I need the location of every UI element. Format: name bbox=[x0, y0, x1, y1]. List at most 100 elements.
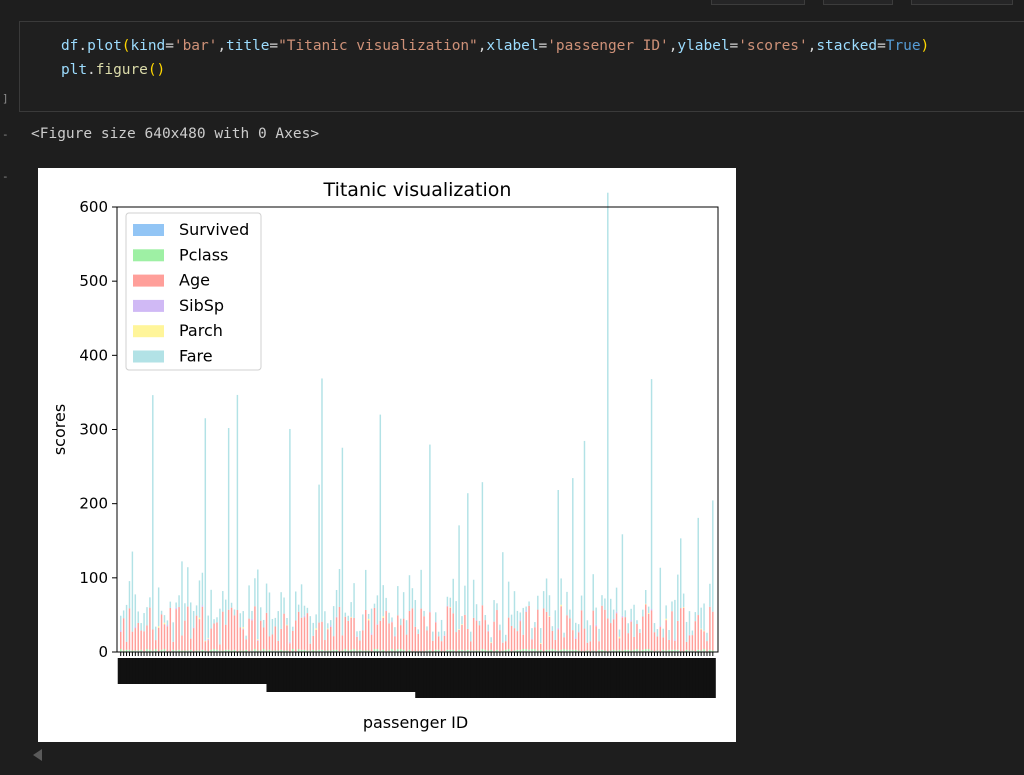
bar-age bbox=[414, 626, 417, 652]
bar-fare bbox=[376, 595, 379, 624]
bar-age bbox=[580, 610, 583, 652]
bar-fare bbox=[426, 626, 428, 631]
bar-fare bbox=[146, 607, 148, 626]
bar-age bbox=[178, 607, 180, 650]
bar-fare bbox=[627, 623, 629, 634]
bar-fare bbox=[134, 594, 137, 627]
bar-pclass bbox=[140, 649, 142, 652]
y-tick-label: 0 bbox=[98, 643, 108, 661]
y-tick-label: 600 bbox=[79, 198, 108, 216]
bar-pclass bbox=[677, 649, 679, 652]
bar-age bbox=[160, 614, 163, 650]
bar-pclass bbox=[461, 649, 463, 652]
bar-sibsp bbox=[120, 630, 122, 632]
bar-age bbox=[612, 619, 615, 650]
bar-fare bbox=[694, 612, 697, 622]
code-token: , bbox=[217, 38, 226, 54]
bar-parch bbox=[461, 624, 463, 625]
bar-pclass bbox=[656, 650, 659, 652]
bar-fare bbox=[137, 611, 139, 623]
bar-age bbox=[315, 629, 317, 651]
bar-fare bbox=[592, 574, 594, 611]
bar-age bbox=[268, 636, 271, 650]
bar-parch bbox=[207, 637, 209, 639]
bar-parch bbox=[367, 618, 370, 621]
bar-fare bbox=[545, 578, 548, 612]
bar-fare bbox=[583, 440, 586, 629]
bar-pclass bbox=[172, 649, 174, 652]
code-token: . bbox=[78, 38, 88, 54]
bar-sibsp bbox=[443, 635, 446, 636]
bar-pclass bbox=[297, 649, 300, 652]
bar-fare bbox=[207, 615, 209, 638]
bar-pclass bbox=[134, 650, 137, 652]
bar-age bbox=[507, 617, 510, 650]
bar-pclass bbox=[379, 650, 382, 652]
bar-age bbox=[230, 607, 233, 651]
bar-age bbox=[286, 625, 288, 651]
output-collapse-marker[interactable]: - bbox=[2, 128, 9, 141]
bar-sibsp bbox=[575, 637, 577, 639]
bar-fare bbox=[300, 584, 303, 618]
bar-fare bbox=[499, 624, 501, 631]
bar-fare bbox=[502, 552, 504, 643]
y-tick-label: 300 bbox=[79, 421, 108, 439]
bar-pclass bbox=[309, 650, 312, 652]
bar-pclass bbox=[610, 650, 612, 652]
bar-fare bbox=[195, 605, 198, 616]
bar-sibsp bbox=[435, 621, 437, 623]
bar-fare bbox=[149, 597, 151, 608]
bar-age bbox=[566, 615, 568, 650]
code-token: ) bbox=[920, 38, 930, 54]
bar-pclass bbox=[551, 649, 554, 652]
bar-fare bbox=[157, 587, 160, 627]
bar-sibsp bbox=[650, 609, 653, 611]
bar-fare bbox=[140, 623, 142, 631]
bar-fare bbox=[449, 597, 452, 607]
bar-sibsp bbox=[335, 616, 338, 618]
bar-fare bbox=[359, 630, 361, 641]
bar-age bbox=[461, 624, 463, 650]
bar-fare bbox=[367, 613, 370, 619]
bar-age bbox=[388, 623, 390, 651]
bar-age bbox=[280, 628, 282, 650]
bar-fare bbox=[344, 612, 347, 617]
bar-fare bbox=[187, 567, 189, 607]
bar-age bbox=[423, 616, 425, 652]
bar-fare bbox=[443, 631, 446, 636]
code-token: . bbox=[87, 62, 96, 78]
bar-fare bbox=[440, 619, 443, 642]
toolbar-button-1[interactable] bbox=[711, 0, 805, 5]
bar-age bbox=[120, 631, 122, 650]
bar-fare bbox=[586, 620, 589, 643]
bar-pclass bbox=[452, 649, 454, 652]
bar-age bbox=[598, 641, 600, 650]
bar-age bbox=[677, 620, 679, 650]
code-cell[interactable]: df.plot(kind='bar',title="Titanic visual… bbox=[19, 21, 1024, 112]
bar-age bbox=[537, 609, 539, 651]
bar-age bbox=[496, 610, 498, 650]
bar-age bbox=[481, 605, 484, 650]
output-collapse-marker-2[interactable]: - bbox=[2, 170, 9, 183]
scroll-left-arrow[interactable] bbox=[33, 749, 42, 761]
bar-parch bbox=[548, 616, 551, 617]
bar-age bbox=[134, 628, 137, 651]
bar-age bbox=[140, 630, 142, 650]
bar-pclass bbox=[426, 650, 428, 652]
bar-age bbox=[665, 620, 667, 651]
bar-pclass bbox=[522, 649, 524, 652]
bar-pclass bbox=[566, 649, 568, 652]
bar-age bbox=[627, 633, 629, 650]
bar-age bbox=[674, 640, 676, 650]
bar-age bbox=[265, 612, 268, 651]
bar-fare bbox=[216, 617, 218, 623]
bar-age bbox=[610, 623, 612, 651]
toolbar-button-3[interactable] bbox=[911, 0, 1013, 5]
toolbar-button-2[interactable] bbox=[823, 0, 893, 5]
bar-fare bbox=[598, 628, 600, 642]
bar-sibsp bbox=[166, 624, 169, 627]
bar-pclass bbox=[563, 649, 565, 652]
bar-age bbox=[455, 632, 457, 652]
bar-fare bbox=[577, 624, 580, 632]
bar-age bbox=[575, 638, 577, 650]
